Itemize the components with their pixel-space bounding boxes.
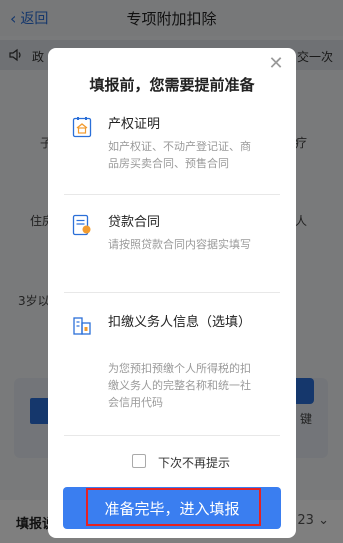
item-title: 扣缴义务人信息（选填）	[108, 315, 252, 330]
list-item-property-proof: 产权证明 如产权证、不动产登记证、商品房买卖合同、预售合同	[72, 114, 284, 174]
item-desc: 如产权证、不动产登记证、商品房买卖合同、预售合同	[108, 140, 251, 170]
confirm-button[interactable]: 准备完毕，进入填报	[63, 487, 281, 529]
close-icon[interactable]: ✕	[268, 55, 284, 73]
item-title: 贷款合同	[108, 215, 161, 230]
withholding-agent-icon	[73, 317, 91, 335]
item-desc: 为您预扣预缴个人所得税的扣缴义务人的完整名称和统一社会信用代码	[108, 362, 251, 409]
item-title: 产权证明	[108, 117, 161, 132]
list-item-withholding-agent: 扣缴义务人信息（选填） 为您预扣预缴个人所得税的扣缴义务人的完整名称和统一社会信…	[72, 312, 284, 422]
list-item-loan-contract: 贷款合同 请按照贷款合同内容据实填写	[72, 212, 284, 272]
divider	[64, 292, 280, 293]
dont-show-again-label[interactable]: 下次不再提示	[158, 454, 230, 471]
property-certificate-icon	[72, 117, 92, 138]
dont-show-again-checkbox[interactable]	[132, 454, 146, 468]
divider	[64, 435, 280, 436]
divider	[64, 194, 280, 195]
item-desc: 请按照贷款合同内容据实填写	[108, 238, 251, 251]
dialog-title: 填报前，您需要提前准备	[89, 76, 255, 94]
loan-contract-icon	[72, 214, 91, 236]
